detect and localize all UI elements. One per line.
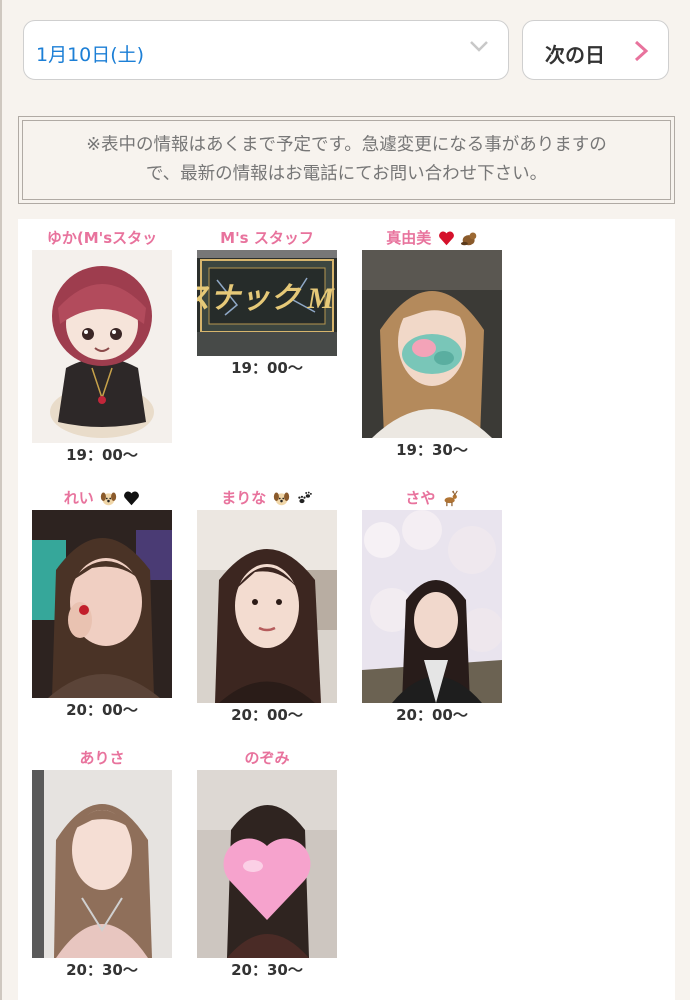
paw-prints-icon xyxy=(298,491,312,504)
left-border xyxy=(0,0,2,1000)
date-select-value: 1月10日(土) xyxy=(36,44,145,66)
next-day-label: 次の日 xyxy=(545,43,605,67)
cast-start-time: 20：00〜 xyxy=(396,706,468,724)
cast-start-time: 20：00〜 xyxy=(66,701,138,719)
deer-icon xyxy=(444,490,458,507)
next-day-button[interactable]: 次の日 xyxy=(522,20,669,80)
cast-name: ありさ xyxy=(79,749,125,767)
cast-card-rei[interactable]: れい 20：00〜 xyxy=(27,486,177,722)
cast-photo[interactable] xyxy=(32,250,172,443)
cast-start-time: 19：00〜 xyxy=(66,446,138,464)
cast-card-nozomi[interactable]: のぞみ 20：30〜 xyxy=(192,746,342,982)
cast-name: 真由美 xyxy=(357,226,507,250)
cast-photo[interactable] xyxy=(32,770,172,958)
sign-logo-text: スナック M's xyxy=(197,282,337,315)
cast-start-time: 20：30〜 xyxy=(66,961,138,979)
schedule-notice: ※表中の情報はあくまで予定です。急遽変更になる事がありますの で、最新の情報はお… xyxy=(18,116,675,204)
dog-face-icon xyxy=(273,492,289,506)
cast-card-yuka[interactable]: ゆか(M'sスタッ 19：00〜 xyxy=(27,226,177,467)
cast-name: M's スタッフ xyxy=(220,229,314,247)
cast-name: のぞみ xyxy=(244,749,290,767)
beaver-icon xyxy=(460,232,477,246)
cast-name: れい xyxy=(27,486,177,510)
chevron-right-icon xyxy=(634,40,649,62)
date-select[interactable]: 1月10日(土) xyxy=(23,20,509,80)
cast-start-time: 20：00〜 xyxy=(231,706,303,724)
notice-line-1: ※表中の情報はあくまで予定です。急遽変更になる事がありますの xyxy=(86,135,607,155)
cast-card-marina[interactable]: まりな 20：00〜 xyxy=(192,486,342,727)
cast-card-arisa[interactable]: ありさ 20：30〜 xyxy=(27,746,177,982)
cast-photo[interactable] xyxy=(362,250,502,438)
cast-name: さや xyxy=(357,486,507,510)
cast-photo[interactable] xyxy=(197,770,337,958)
red-heart-icon xyxy=(438,231,454,246)
notice-line-2: で、最新の情報はお電話にてお問い合わせ下さい。 xyxy=(145,164,548,184)
cast-schedule-grid: ゆか(M'sスタッ 19：00〜 M's スタッフ ナック M 19：00〜 真… xyxy=(18,219,675,1000)
cast-photo[interactable]: スナック M's xyxy=(197,250,337,356)
chevron-down-icon xyxy=(470,41,488,52)
cast-name: ゆか(M'sスタッ xyxy=(46,229,158,247)
cast-start-time: 19：00〜 xyxy=(231,359,303,377)
cast-card-ms-staff[interactable]: M's スタッフ スナック M's 19：00〜 xyxy=(192,226,342,380)
black-heart-icon xyxy=(124,491,140,506)
cast-photo[interactable] xyxy=(362,510,502,703)
cast-photo[interactable] xyxy=(197,510,337,703)
cast-photo[interactable] xyxy=(32,510,172,698)
cast-start-time: 20：30〜 xyxy=(231,961,303,979)
cast-card-saya[interactable]: さや 20：00〜 xyxy=(357,486,507,727)
dog-face-icon xyxy=(100,492,117,506)
cast-start-time: 19：30〜 xyxy=(396,441,468,459)
cast-name: まりな xyxy=(192,486,342,510)
cast-card-mayumi[interactable]: 真由美 19：30〜 xyxy=(357,226,507,462)
